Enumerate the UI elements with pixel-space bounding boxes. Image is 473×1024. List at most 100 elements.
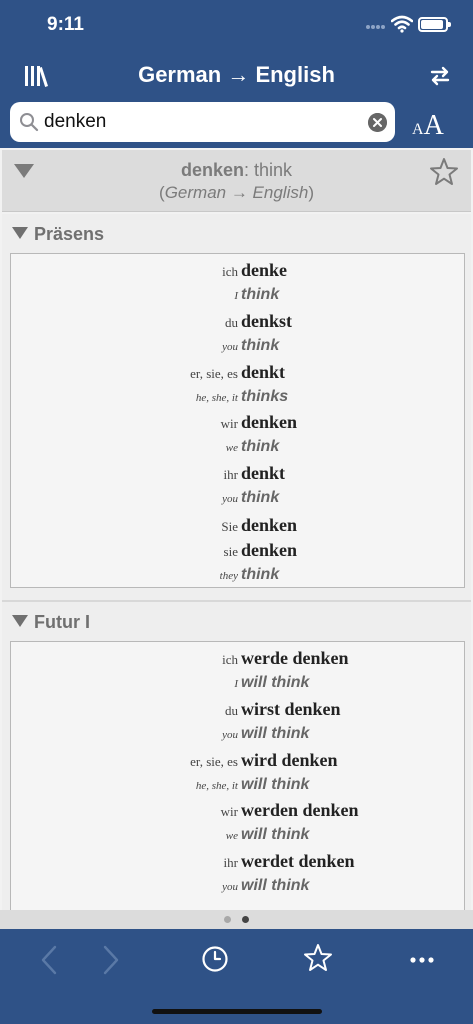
swap-icon[interactable]	[428, 64, 452, 88]
pronoun-english: you	[222, 881, 238, 893]
entry-translation: think	[249, 160, 293, 180]
pronoun: du	[225, 703, 238, 718]
translation-row: he, she, it will think	[11, 773, 466, 797]
verb-translation: think	[241, 438, 280, 455]
collapse-triangle-icon[interactable]	[12, 615, 28, 627]
pronoun: ich	[222, 264, 238, 279]
search-input[interactable]	[44, 108, 364, 136]
pronoun-english: you	[222, 493, 238, 505]
pronoun-english: you	[222, 341, 238, 353]
conjugation-row: ihr denkt	[11, 461, 466, 485]
section-title-label: Präsens	[34, 224, 105, 244]
verb-form: denken	[241, 412, 298, 432]
verb-form: denkt	[241, 362, 286, 382]
pronoun-english: we	[225, 830, 238, 842]
translation-row: Iwill think	[11, 671, 466, 695]
conjugation-row: ihr werdet denken	[11, 849, 466, 873]
verb-translation: think	[241, 286, 280, 303]
page-dot-active[interactable]	[242, 916, 249, 923]
verb-translation: will think	[241, 776, 310, 793]
history-icon[interactable]	[200, 944, 230, 974]
section-title[interactable]: Präsens	[12, 224, 104, 245]
status-bar: 9:11	[0, 0, 473, 50]
pronoun-english: we	[225, 442, 238, 454]
pronoun-english: he, she, it	[195, 780, 238, 792]
pronoun: ich	[222, 652, 238, 667]
section-title[interactable]: Futur I	[12, 612, 90, 633]
entry-direction-close: )	[308, 183, 314, 202]
verb-translation: think	[241, 489, 280, 506]
translation-row: we will think	[11, 823, 466, 847]
translation-row: you will think	[11, 874, 466, 898]
entry-headword: denken: think	[2, 160, 471, 181]
star-icon[interactable]	[428, 156, 460, 188]
translation-row: you will think	[11, 722, 466, 746]
verb-form: denkst	[241, 311, 293, 331]
clear-icon[interactable]	[368, 113, 387, 132]
entry-header[interactable]: denken: think (German → English)	[2, 150, 471, 212]
pronoun-english: he, she, it	[195, 392, 238, 404]
pronoun: Sie	[221, 519, 238, 534]
pronoun-english: they	[219, 570, 238, 582]
page-title[interactable]: German → English	[0, 62, 473, 88]
translation-row: you think	[11, 486, 466, 510]
verb-form: denken	[241, 515, 298, 535]
search-icon	[20, 113, 39, 132]
conjugation-row: er, sie, es denkt	[11, 360, 466, 384]
conjugation-row: ich denke	[11, 258, 466, 282]
font-size-big-glyph: A	[423, 110, 444, 141]
page-dot[interactable]	[224, 916, 231, 923]
verb-translation: think	[241, 337, 280, 354]
conjugation-table: ich werde denken Iwill think du wirst denk…	[10, 641, 465, 910]
search-field[interactable]	[10, 102, 395, 142]
cellular-icon	[366, 25, 385, 29]
collapse-triangle-icon[interactable]	[12, 227, 28, 239]
conjugation-row: du denkst	[11, 309, 466, 333]
pronoun: wir	[220, 416, 238, 431]
conjugation-row: sie denken	[11, 538, 466, 562]
pronoun-english: I	[234, 678, 238, 690]
verb-translation: think	[241, 566, 280, 583]
verb-translation: will think	[241, 674, 310, 691]
translation-row: he, she, it thinks	[11, 385, 466, 409]
top-bar: 9:11 German → English denken AA	[0, 0, 473, 148]
conjugation-row: wir denken	[11, 410, 466, 434]
verb-form: werde denken	[241, 648, 349, 668]
back-icon[interactable]	[38, 943, 60, 977]
verb-translation: will think	[241, 826, 310, 843]
verb-translation: will think	[241, 725, 310, 742]
page-control[interactable]	[0, 910, 473, 929]
favorites-icon[interactable]	[302, 942, 334, 974]
entry-direction-text: German → English	[164, 183, 309, 202]
home-indicator	[152, 1009, 322, 1014]
pronoun: ihr	[223, 467, 238, 482]
conjugation-row: ich werde denken	[11, 646, 466, 670]
navigation-bar: German → English	[0, 50, 473, 100]
section-praesens: Präsens ich denke Ithink du denkst you thin…	[2, 214, 471, 600]
pronoun: du	[225, 315, 238, 330]
conjugation-row: Sie denken	[11, 513, 466, 537]
section-futur-1: Futur I ich werde denken Iwill think du wi…	[2, 602, 471, 910]
translation-row: we think	[11, 435, 466, 459]
section-title-label: Futur I	[34, 612, 90, 632]
pronoun: wir	[220, 804, 238, 819]
verb-form: werdet denken	[241, 851, 355, 871]
verb-form: denkt	[241, 463, 286, 483]
verb-translation: thinks	[241, 388, 289, 405]
more-icon[interactable]	[409, 956, 435, 964]
conjugation-row: er, sie, es wird denken	[11, 748, 466, 772]
font-size-small-glyph: A	[412, 121, 424, 138]
conjugation-row: wir werden denken	[11, 798, 466, 822]
verb-form: wirst denken	[241, 699, 341, 719]
verb-form: denken	[241, 540, 298, 560]
font-size-icon[interactable]: AA	[412, 110, 444, 142]
forward-icon[interactable]	[100, 943, 122, 977]
conjugation-table: ich denke Ithink du denkst you think er, si…	[10, 253, 465, 588]
pronoun-english: I	[234, 290, 238, 302]
translation-row: they think	[11, 563, 466, 587]
translation-row: Ithink	[11, 283, 466, 307]
battery-icon	[418, 17, 451, 32]
pronoun: er, sie, es	[190, 366, 238, 381]
verb-form: wird denken	[241, 750, 338, 770]
wifi-icon	[391, 15, 413, 33]
